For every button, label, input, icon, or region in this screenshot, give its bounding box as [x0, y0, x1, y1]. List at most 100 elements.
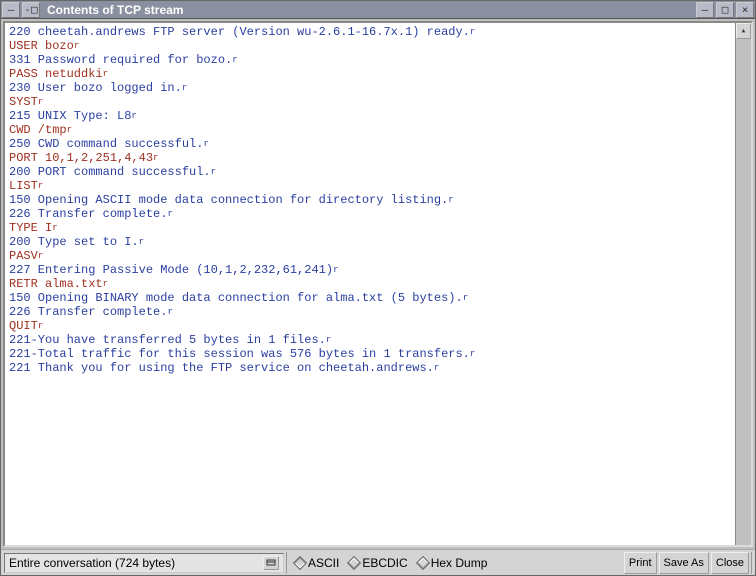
- cr-marker: r: [38, 251, 43, 261]
- radio-diamond-icon: [347, 555, 361, 569]
- server-line[interactable]: 215 UNIX Type: L8r: [9, 109, 747, 123]
- server-line[interactable]: 221 Thank you for using the FTP service …: [9, 361, 747, 375]
- line-text: 331 Password required for bozo.: [9, 53, 232, 67]
- cr-marker: r: [470, 349, 475, 359]
- client-line[interactable]: QUITr: [9, 319, 747, 333]
- minimize-icon[interactable]: —: [696, 2, 714, 18]
- cr-marker: r: [52, 223, 57, 233]
- cr-marker: r: [153, 153, 158, 163]
- cr-marker: r: [167, 209, 172, 219]
- cr-marker: r: [131, 111, 136, 121]
- stream-content[interactable]: 220 cheetah.andrews FTP server (Version …: [3, 21, 753, 547]
- encoding-radio-ascii[interactable]: ASCII: [295, 556, 339, 570]
- close-button[interactable]: Close: [711, 552, 749, 574]
- cr-marker: r: [103, 69, 108, 79]
- save-as-button[interactable]: Save As: [659, 552, 709, 574]
- client-line[interactable]: RETR alma.txtr: [9, 277, 747, 291]
- encoding-radio-hex-dump[interactable]: Hex Dump: [418, 556, 488, 570]
- server-line[interactable]: 230 User bozo logged in.r: [9, 81, 747, 95]
- window-menu-icon[interactable]: —: [2, 2, 20, 18]
- encoding-radio-group: ASCII EBCDIC Hex Dump: [289, 556, 493, 570]
- line-text: PORT 10,1,2,251,4,43: [9, 151, 153, 165]
- cr-marker: r: [139, 237, 144, 247]
- close-icon[interactable]: ×: [736, 2, 754, 18]
- line-text: PASV: [9, 249, 38, 263]
- server-line[interactable]: 226 Transfer complete.r: [9, 305, 747, 319]
- titlebar[interactable]: — -□ Contents of TCP stream — □ ×: [1, 1, 755, 19]
- client-line[interactable]: PORT 10,1,2,251,4,43r: [9, 151, 747, 165]
- conversation-selector-label: Entire conversation (724 bytes): [9, 556, 175, 570]
- server-line[interactable]: 221-Total traffic for this session was 5…: [9, 347, 747, 361]
- client-line[interactable]: SYSTr: [9, 95, 747, 109]
- client-line[interactable]: PASS netuddkir: [9, 67, 747, 81]
- client-line[interactable]: LISTr: [9, 179, 747, 193]
- line-text: 215 UNIX Type: L8: [9, 109, 131, 123]
- line-text: LIST: [9, 179, 38, 193]
- line-text: 220 cheetah.andrews FTP server (Version …: [9, 25, 470, 39]
- cr-marker: r: [448, 195, 453, 205]
- line-text: 250 CWD command successful.: [9, 137, 203, 151]
- line-text: TYPE I: [9, 221, 52, 235]
- client-line[interactable]: PASVr: [9, 249, 747, 263]
- cr-marker: r: [211, 167, 216, 177]
- scroll-up-icon[interactable]: ▴: [736, 23, 751, 39]
- line-text: 200 PORT command successful.: [9, 165, 211, 179]
- server-line[interactable]: 331 Password required for bozo.r: [9, 53, 747, 67]
- line-text: 221-Total traffic for this session was 5…: [9, 347, 470, 361]
- conversation-selector[interactable]: Entire conversation (724 bytes): [4, 553, 284, 573]
- vertical-scrollbar[interactable]: ▴: [735, 23, 751, 545]
- line-text: 226 Transfer complete.: [9, 305, 167, 319]
- line-text: RETR alma.txt: [9, 277, 103, 291]
- line-text: SYST: [9, 95, 38, 109]
- server-line[interactable]: 221-You have transferred 5 bytes in 1 fi…: [9, 333, 747, 347]
- cr-marker: r: [167, 307, 172, 317]
- dropdown-icon[interactable]: [263, 556, 279, 570]
- pin-icon[interactable]: -□: [22, 2, 40, 18]
- divider: [286, 552, 287, 574]
- line-text: 230 User bozo logged in.: [9, 81, 182, 95]
- cr-marker: r: [38, 321, 43, 331]
- client-line[interactable]: TYPE Ir: [9, 221, 747, 235]
- radio-label: ASCII: [308, 556, 339, 570]
- window-frame: — -□ Contents of TCP stream — □ × 220 ch…: [0, 0, 756, 576]
- line-text: USER bozo: [9, 39, 74, 53]
- line-text: PASS netuddki: [9, 67, 103, 81]
- client-line[interactable]: USER bozor: [9, 39, 747, 53]
- cr-marker: r: [333, 265, 338, 275]
- radio-label: EBCDIC: [362, 556, 407, 570]
- server-line[interactable]: 220 cheetah.andrews FTP server (Version …: [9, 25, 747, 39]
- cr-marker: r: [470, 27, 475, 37]
- line-text: 200 Type set to I.: [9, 235, 139, 249]
- cr-marker: r: [182, 83, 187, 93]
- window-title: Contents of TCP stream: [41, 3, 189, 17]
- radio-label: Hex Dump: [431, 556, 488, 570]
- maximize-icon[interactable]: □: [716, 2, 734, 18]
- server-line[interactable]: 200 PORT command successful.r: [9, 165, 747, 179]
- cr-marker: r: [232, 55, 237, 65]
- cr-marker: r: [74, 41, 79, 51]
- line-text: 221 Thank you for using the FTP service …: [9, 361, 434, 375]
- cr-marker: r: [38, 181, 43, 191]
- server-line[interactable]: 150 Opening ASCII mode data connection f…: [9, 193, 747, 207]
- encoding-radio-ebcdic[interactable]: EBCDIC: [349, 556, 407, 570]
- cr-marker: r: [103, 279, 108, 289]
- divider: [751, 552, 752, 574]
- line-text: QUIT: [9, 319, 38, 333]
- server-line[interactable]: 250 CWD command successful.r: [9, 137, 747, 151]
- print-button[interactable]: Print: [624, 552, 657, 574]
- server-line[interactable]: 200 Type set to I.r: [9, 235, 747, 249]
- server-line[interactable]: 226 Transfer complete.r: [9, 207, 747, 221]
- cr-marker: r: [326, 335, 331, 345]
- line-text: 226 Transfer complete.: [9, 207, 167, 221]
- cr-marker: r: [203, 139, 208, 149]
- cr-marker: r: [67, 125, 72, 135]
- bottom-toolbar: Entire conversation (724 bytes) ASCII EBC…: [1, 549, 755, 575]
- client-line[interactable]: CWD /tmpr: [9, 123, 747, 137]
- server-line[interactable]: 227 Entering Passive Mode (10,1,2,232,61…: [9, 263, 747, 277]
- line-text: 150 Opening ASCII mode data connection f…: [9, 193, 448, 207]
- server-line[interactable]: 150 Opening BINARY mode data connection …: [9, 291, 747, 305]
- line-text: 150 Opening BINARY mode data connection …: [9, 291, 463, 305]
- cr-marker: r: [463, 293, 468, 303]
- line-text: 221-You have transferred 5 bytes in 1 fi…: [9, 333, 326, 347]
- line-text: CWD /tmp: [9, 123, 67, 137]
